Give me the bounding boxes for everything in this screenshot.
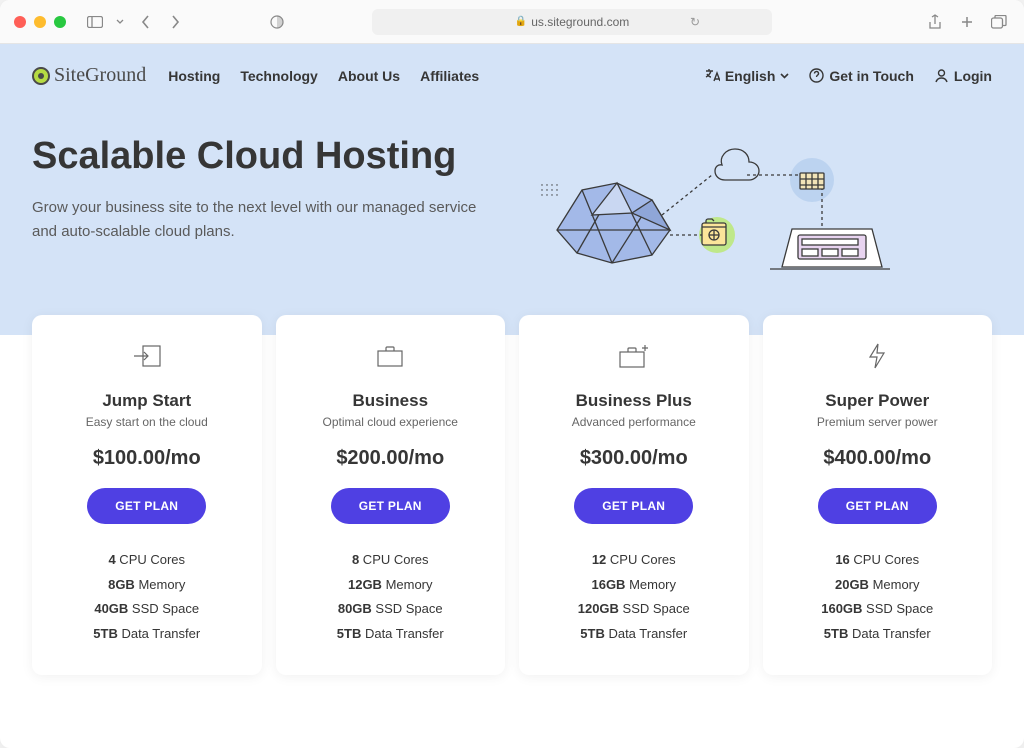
- enter-icon: [50, 341, 244, 371]
- nav-technology[interactable]: Technology: [240, 68, 318, 84]
- tabs-button[interactable]: [988, 11, 1010, 33]
- site-header: SiteGround Hosting Technology About Us A…: [0, 44, 1024, 105]
- contact-label: Get in Touch: [829, 68, 914, 84]
- refresh-icon[interactable]: ↻: [690, 15, 700, 29]
- pricing-plans: Jump Start Easy start on the cloud $100.…: [0, 315, 1024, 675]
- maximize-window-button[interactable]: [54, 16, 66, 28]
- plan-business-plus: Business Plus Advanced performance $300.…: [519, 315, 749, 675]
- url-text: us.siteground.com: [531, 15, 629, 29]
- nav-affiliates[interactable]: Affiliates: [420, 68, 479, 84]
- window-controls: [14, 16, 66, 28]
- translate-icon: [705, 68, 720, 83]
- plan-name: Jump Start: [50, 391, 244, 411]
- briefcase-icon: [294, 341, 488, 371]
- plan-jump-start: Jump Start Easy start on the cloud $100.…: [32, 315, 262, 675]
- logo-mark-icon: [32, 67, 50, 85]
- plan-tagline: Optimal cloud experience: [294, 415, 488, 429]
- language-selector[interactable]: English: [705, 68, 790, 84]
- plan-name: Super Power: [781, 391, 975, 411]
- plan-price: $400.00/mo: [781, 447, 975, 470]
- plan-tagline: Easy start on the cloud: [50, 415, 244, 429]
- minimize-window-button[interactable]: [34, 16, 46, 28]
- plan-price: $100.00/mo: [50, 447, 244, 470]
- hero: Scalable Cloud Hosting Grow your busines…: [0, 105, 1024, 335]
- chevron-down-icon[interactable]: [114, 11, 126, 33]
- share-button[interactable]: [924, 11, 946, 33]
- hero-subtitle: Grow your business site to the next leve…: [32, 196, 502, 244]
- lightning-icon: [781, 341, 975, 371]
- chevron-down-icon: [780, 73, 789, 79]
- plan-business: Business Optimal cloud experience $200.0…: [276, 315, 506, 675]
- nav-about[interactable]: About Us: [338, 68, 400, 84]
- plan-specs: 8 CPU Cores 12GB Memory 80GB SSD Space 5…: [294, 548, 488, 647]
- plan-specs: 4 CPU Cores 8GB Memory 40GB SSD Space 5T…: [50, 548, 244, 647]
- forward-button[interactable]: [164, 11, 186, 33]
- language-label: English: [725, 68, 776, 84]
- logo-text: SiteGround: [54, 64, 146, 87]
- plan-specs: 12 CPU Cores 16GB Memory 120GB SSD Space…: [537, 548, 731, 647]
- user-icon: [934, 68, 949, 83]
- plan-specs: 16 CPU Cores 20GB Memory 160GB SSD Space…: [781, 548, 975, 647]
- main-nav: Hosting Technology About Us Affiliates: [168, 68, 479, 84]
- hero-illustration: [522, 135, 992, 295]
- url-bar[interactable]: 🔒 us.siteground.com ↻: [372, 9, 772, 35]
- plan-tagline: Premium server power: [781, 415, 975, 429]
- get-plan-button[interactable]: GET PLAN: [818, 488, 937, 524]
- briefcase-plus-icon: [537, 341, 731, 371]
- login-link[interactable]: Login: [934, 68, 992, 84]
- close-window-button[interactable]: [14, 16, 26, 28]
- new-tab-button[interactable]: [956, 11, 978, 33]
- plan-super-power: Super Power Premium server power $400.00…: [763, 315, 993, 675]
- get-plan-button[interactable]: GET PLAN: [574, 488, 693, 524]
- back-button[interactable]: [134, 11, 156, 33]
- plan-price: $200.00/mo: [294, 447, 488, 470]
- get-plan-button[interactable]: GET PLAN: [331, 488, 450, 524]
- shield-icon[interactable]: [266, 11, 288, 33]
- lock-icon: 🔒: [515, 16, 527, 27]
- get-plan-button[interactable]: GET PLAN: [87, 488, 206, 524]
- hero-title: Scalable Cloud Hosting: [32, 135, 502, 178]
- help-icon: [809, 68, 824, 83]
- contact-link[interactable]: Get in Touch: [809, 68, 914, 84]
- nav-hosting[interactable]: Hosting: [168, 68, 220, 84]
- plan-tagline: Advanced performance: [537, 415, 731, 429]
- plan-name: Business Plus: [537, 391, 731, 411]
- login-label: Login: [954, 68, 992, 84]
- sidebar-toggle-button[interactable]: [84, 11, 106, 33]
- browser-toolbar: 🔒 us.siteground.com ↻: [0, 0, 1024, 44]
- plan-name: Business: [294, 391, 488, 411]
- plan-price: $300.00/mo: [537, 447, 731, 470]
- site-logo[interactable]: SiteGround: [32, 64, 146, 87]
